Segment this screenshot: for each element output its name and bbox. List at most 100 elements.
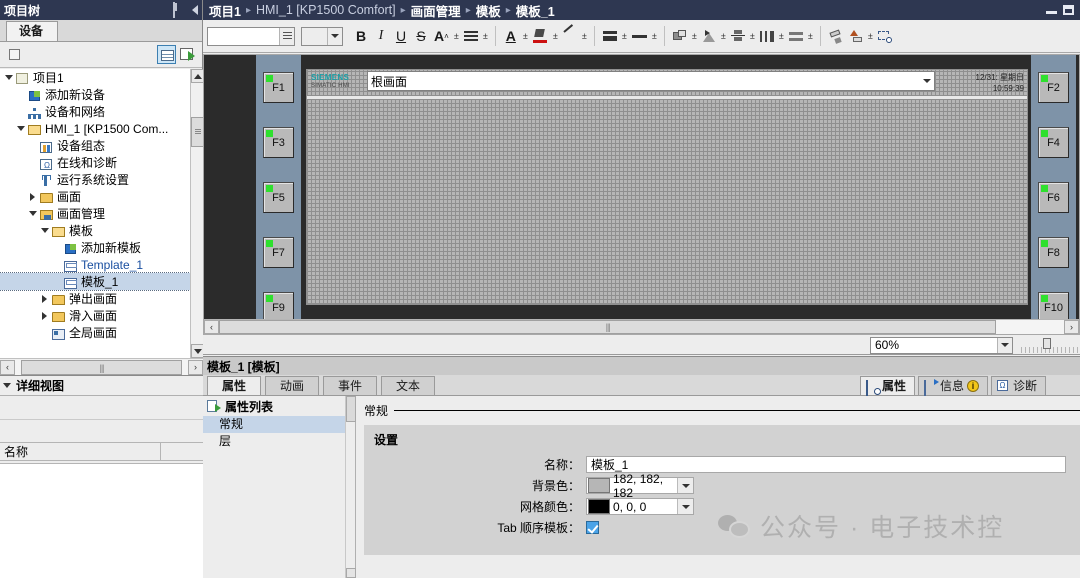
grid-view-icon[interactable]	[157, 45, 176, 64]
font-size-icon[interactable]: A ˄	[431, 25, 452, 47]
tree-item[interactable]: 弹出画面	[0, 290, 190, 307]
distribute-horizontal-icon[interactable]	[757, 25, 777, 47]
tree-item[interactable]: Template_1	[0, 256, 190, 273]
strikethrough-button[interactable]: S	[411, 25, 431, 47]
chevron-down-icon[interactable]	[2, 75, 15, 80]
bring-to-front-dropdown-icon[interactable]: ±	[690, 25, 699, 47]
tree-hscroll-thumb[interactable]	[21, 359, 182, 375]
function-key-f3[interactable]: F3	[263, 127, 294, 158]
rtab-info[interactable]: 信息 i	[917, 376, 988, 396]
tree-item[interactable]: 画面	[0, 188, 190, 205]
function-key-f7[interactable]: F7	[263, 237, 294, 268]
property-item-layers[interactable]: 层	[203, 433, 355, 450]
rotate-icon[interactable]	[699, 25, 719, 47]
tree-item[interactable]: 滑入画面	[0, 307, 190, 324]
chevron-down-icon[interactable]	[191, 344, 203, 358]
screen-title-field[interactable]: 根画面	[367, 71, 935, 91]
project-tree[interactable]: 项目1 添加新设备设备和网络 HMI_1 [KP1500 Com... 设备组态在线和…	[0, 69, 203, 375]
caret-down-icon[interactable]	[0, 383, 14, 388]
tree-scroll-thumb[interactable]	[191, 117, 203, 147]
canvas-horizontal-scrollbar[interactable]: ‹ ›	[204, 319, 1079, 334]
align-text-dropdown-icon[interactable]: ±	[481, 25, 490, 47]
fill-color-icon[interactable]	[530, 25, 551, 47]
property-list-scroll-thumb[interactable]	[346, 396, 356, 422]
italic-button[interactable]: I	[371, 25, 391, 47]
font-family-combo[interactable]	[207, 26, 295, 46]
function-key-f6[interactable]: F6	[1038, 182, 1069, 213]
rtab-diagnostics[interactable]: Ω 诊断	[990, 376, 1046, 395]
tree-item[interactable]: 添加新模板	[0, 239, 190, 256]
chevron-right-icon[interactable]	[38, 311, 51, 320]
tab-devices[interactable]: 设备	[6, 21, 59, 41]
font-color-dropdown-icon[interactable]: ±	[521, 25, 530, 47]
tree-item[interactable]: 运行系统设置	[0, 171, 190, 188]
chevron-down-icon[interactable]	[38, 228, 51, 233]
chevron-down-icon[interactable]	[346, 568, 356, 578]
tree-vertical-scrollbar[interactable]	[190, 69, 203, 358]
font-size-dropdown-icon[interactable]: ±	[452, 25, 461, 47]
breadcrumb-item[interactable]: 模板_1	[516, 1, 555, 20]
chevron-down-icon[interactable]	[26, 211, 39, 216]
tree-item[interactable]: HMI_1 [KP1500 Com...	[0, 120, 190, 137]
chevron-down-icon[interactable]	[920, 72, 934, 90]
function-key-f8[interactable]: F8	[1038, 237, 1069, 268]
property-list-scrollbar[interactable]	[345, 396, 356, 578]
function-key-f2[interactable]: F2	[1038, 72, 1069, 103]
tree-horizontal-scrollbar[interactable]: ‹ ›	[0, 358, 203, 375]
screen-editor-canvas[interactable]: F1 F3 F5 F7 F9 F2 F4 F6 F8 F10 SIEMENS SIMATIC H…	[203, 54, 1080, 335]
font-color-icon[interactable]: A	[501, 25, 521, 47]
detail-view-header[interactable]: 详细视图	[0, 376, 203, 396]
chevron-right-icon[interactable]: ›	[188, 359, 203, 375]
chevron-right-icon[interactable]: ›	[1064, 320, 1079, 334]
function-key-f1[interactable]: F1	[263, 72, 294, 103]
order-dropdown-icon[interactable]: ±	[866, 25, 875, 47]
tab-order-template-checkbox[interactable]	[586, 521, 599, 534]
tab-events[interactable]: 事件	[323, 376, 378, 395]
chevron-up-icon[interactable]	[191, 69, 203, 83]
rtab-properties[interactable]: 属性	[859, 376, 915, 396]
underline-button[interactable]: U	[391, 25, 411, 47]
canvas-hscroll-track[interactable]	[219, 320, 1064, 334]
format-painter-icon[interactable]	[826, 25, 846, 47]
detail-view-list[interactable]	[0, 463, 203, 578]
chevron-left-icon[interactable]: ‹	[0, 359, 15, 375]
caret-left-icon[interactable]	[192, 5, 198, 15]
add-view-icon[interactable]	[178, 45, 197, 64]
breadcrumb-item[interactable]: 模板	[476, 1, 501, 20]
minimize-icon[interactable]	[1046, 6, 1057, 15]
dock-icon[interactable]	[173, 2, 187, 18]
tab-texts[interactable]: 文本	[381, 376, 436, 395]
chevron-down-icon[interactable]	[677, 478, 693, 493]
chevron-down-icon[interactable]	[327, 27, 342, 45]
function-key-f5[interactable]: F5	[263, 182, 294, 213]
distribute-vertical-dropdown-icon[interactable]: ±	[806, 25, 815, 47]
background-color-picker[interactable]: 182, 182, 182	[586, 472, 694, 500]
chevron-down-icon[interactable]	[997, 337, 1012, 353]
name-input[interactable]: 模板_1	[586, 456, 1066, 473]
tree-item[interactable]: 全局画面	[0, 324, 190, 341]
rotate-dropdown-icon[interactable]: ±	[719, 25, 728, 47]
align-icon[interactable]	[600, 25, 620, 47]
hmi-screen-area[interactable]: SIEMENS SIMATIC HMI 根画面 12/31: 星期日 10:59…	[306, 69, 1028, 305]
restore-icon[interactable]	[1063, 5, 1074, 15]
zoom-select-icon[interactable]	[875, 25, 895, 47]
zoom-slider-knob[interactable]	[1043, 337, 1051, 349]
tree-item[interactable]: 画面管理	[0, 205, 190, 222]
function-key-f4[interactable]: F4	[1038, 127, 1069, 158]
chevron-down-icon[interactable]	[677, 499, 693, 514]
tree-item[interactable]: 在线和诊断	[0, 154, 190, 171]
zoom-slider[interactable]	[1021, 337, 1079, 353]
line-width-dropdown-icon[interactable]: ±	[650, 25, 659, 47]
breadcrumb-item[interactable]: 画面管理	[411, 1, 461, 20]
tree-item[interactable]: 设备组态	[0, 137, 190, 154]
align-vertical-icon[interactable]	[728, 25, 748, 47]
line-color-dropdown-icon[interactable]: ±	[580, 25, 589, 47]
font-list-icon[interactable]	[279, 27, 294, 45]
distribute-horizontal-dropdown-icon[interactable]: ±	[777, 25, 786, 47]
breadcrumb-item[interactable]: 项目1	[209, 1, 241, 20]
canvas-hscroll-thumb[interactable]	[219, 320, 997, 334]
bold-button[interactable]: B	[351, 25, 371, 47]
tree-item[interactable]: 模板	[0, 222, 190, 239]
fill-color-dropdown-icon[interactable]: ±	[551, 25, 560, 47]
tree-hscroll-track[interactable]	[15, 359, 188, 375]
